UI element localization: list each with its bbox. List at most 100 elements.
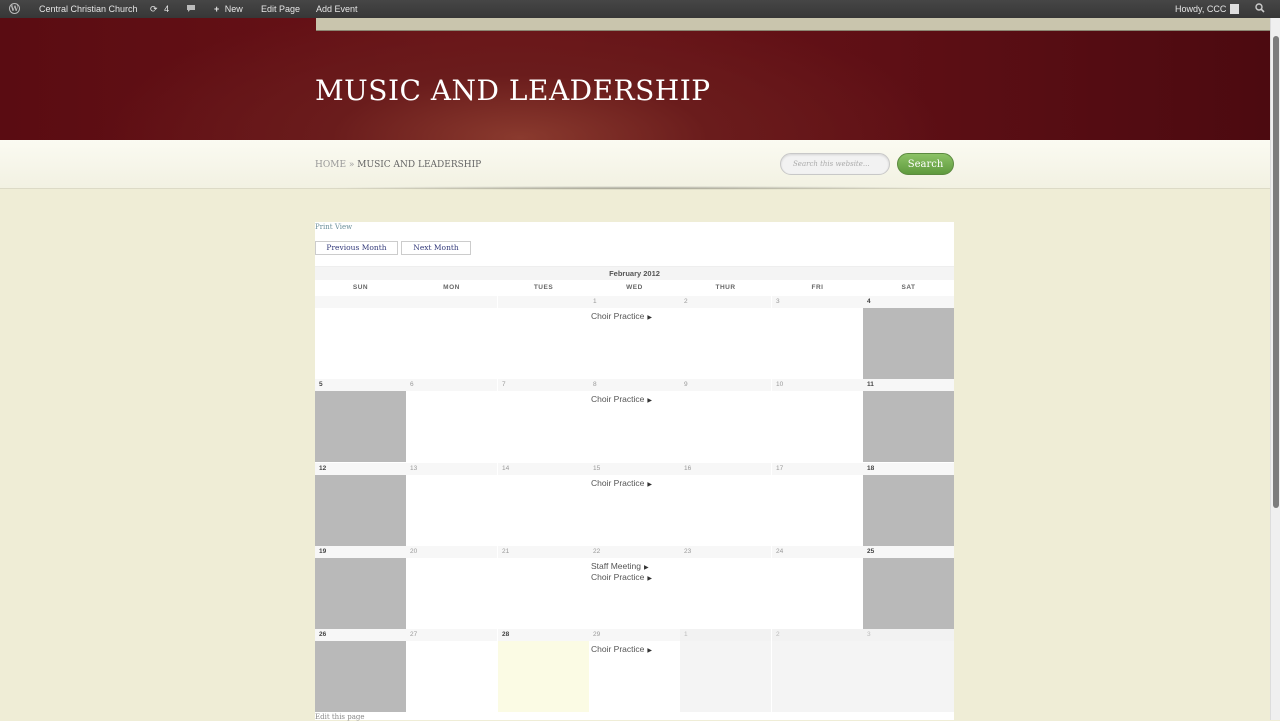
scrollbar[interactable] — [1270, 18, 1280, 720]
calendar-day-cell[interactable]: 29 Choir Practice ▶ — [589, 629, 680, 713]
day-cell-body — [498, 641, 589, 713]
calendar-day-cell[interactable]: 26 — [315, 629, 406, 713]
calendar-day-cell[interactable]: 3 — [863, 629, 954, 713]
calendar-day-cell[interactable]: 4 — [863, 296, 954, 379]
scroll-thumb[interactable] — [1273, 36, 1279, 508]
calendar-day-cell[interactable]: 6 — [406, 379, 497, 463]
calendar-event-link[interactable]: Choir Practice ▶ — [591, 572, 652, 582]
day-number: 28 — [498, 629, 589, 642]
day-cell-body — [863, 474, 954, 546]
day-number — [406, 296, 497, 308]
wordpress-logo-icon[interactable]: W — [9, 3, 20, 14]
calendar-day-cell[interactable]: 10 — [772, 379, 863, 463]
calendar-day-cell[interactable]: 19 — [315, 545, 406, 629]
event-title: Choir Practice — [591, 572, 645, 583]
event-title: Staff Meeting — [591, 560, 641, 571]
day-number: 18 — [863, 462, 954, 475]
search-input[interactable] — [780, 153, 890, 175]
calendar-event-link[interactable]: Choir Practice ▶ — [591, 478, 652, 488]
day-number: 5 — [315, 379, 406, 392]
day-number: 24 — [772, 545, 863, 558]
calendar-day-cell[interactable]: 3 — [772, 296, 863, 379]
calendar-day-cell[interactable]: 1 Choir Practice ▶ — [589, 296, 680, 379]
event-title: Choir Practice — [591, 311, 645, 321]
day-number: 7 — [498, 379, 589, 392]
day-number: 12 — [315, 462, 406, 475]
triangle-right-icon: ▶ — [647, 648, 653, 655]
day-of-week-header: WED — [626, 284, 643, 291]
day-number: 3 — [863, 629, 954, 642]
print-view-link[interactable]: Print View — [315, 223, 352, 231]
event-title: Choir Practice — [591, 644, 645, 655]
day-of-week-header: MON — [443, 284, 460, 291]
calendar-day-cell[interactable]: 11 — [863, 379, 954, 463]
search-icon[interactable] — [1255, 0, 1265, 18]
next-month-button[interactable]: Next Month — [401, 241, 471, 255]
calendar-day-cell[interactable]: 25 — [863, 545, 954, 629]
calendar-day-cell[interactable]: 2 — [680, 296, 771, 379]
admin-new-item[interactable]: + New — [214, 0, 243, 18]
calendar-day-cell[interactable]: 28 — [498, 629, 589, 713]
calendar-day-cell[interactable]: 14 — [498, 462, 589, 546]
calendar-day-cell[interactable]: 24 — [772, 545, 863, 629]
day-number: 10 — [772, 379, 863, 392]
day-of-week-header: SAT — [901, 284, 916, 291]
calendar-day-cell[interactable]: 27 — [406, 629, 497, 713]
day-cell-body — [863, 308, 954, 379]
calendar-day-cell[interactable]: 21 — [498, 545, 589, 629]
day-number: 29 — [589, 629, 680, 642]
admin-bar: W Central Christian Church ⟳ 4 + New Edi… — [0, 0, 1280, 18]
header-nav-strip — [316, 18, 1270, 31]
calendar-day-cell[interactable]: 17 — [772, 462, 863, 546]
calendar-event-link[interactable]: Choir Practice ▶ — [591, 311, 652, 321]
calendar-day-cell[interactable]: 8 Choir Practice ▶ — [589, 379, 680, 463]
day-number: 26 — [315, 629, 406, 642]
day-number: 25 — [863, 545, 954, 558]
howdy-label: Howdy, CCC — [1175, 4, 1227, 14]
calendar-day-cell[interactable]: 7 — [498, 379, 589, 463]
admin-account-item[interactable]: Howdy, CCC — [1175, 0, 1240, 18]
admin-site-name-link[interactable]: Central Christian Church — [39, 0, 138, 18]
calendar-day-cell[interactable] — [406, 296, 497, 379]
day-cell-body — [315, 391, 406, 463]
calendar-day-cell[interactable]: 1 — [680, 629, 771, 713]
calendar-day-cell[interactable]: 20 — [406, 545, 497, 629]
previous-month-button[interactable]: Previous Month — [315, 241, 398, 255]
calendar-day-cell[interactable]: 15 Choir Practice ▶ — [589, 462, 680, 546]
calendar-day-cell[interactable] — [315, 296, 406, 379]
calendar-day-cell[interactable] — [498, 296, 589, 379]
admin-add-event-link[interactable]: Add Event — [316, 0, 358, 18]
updates-count: 4 — [164, 4, 170, 14]
calendar-day-cell[interactable]: 2 — [772, 629, 863, 713]
band-shadow — [316, 186, 954, 190]
site-header: MUSIC AND LEADERSHIP — [0, 18, 1270, 140]
search-button[interactable]: Search — [897, 153, 954, 175]
day-of-week-header: THUR — [715, 284, 736, 291]
calendar-day-cell[interactable]: 22 Staff Meeting ▶ Choir Practice ▶ — [589, 545, 680, 629]
day-cell-body — [772, 641, 863, 713]
calendar-day-cell[interactable]: 16 — [680, 462, 771, 546]
calendar-event-link[interactable]: Choir Practice ▶ — [591, 644, 652, 654]
calendar-day-cell[interactable]: 18 — [863, 462, 954, 546]
triangle-right-icon: ▶ — [643, 564, 649, 571]
calendar-day-cell[interactable]: 5 — [315, 379, 406, 463]
day-number: 16 — [680, 462, 771, 475]
day-cell-body — [680, 641, 771, 713]
day-of-week-header: FRI — [811, 284, 824, 291]
breadcrumb-home-link[interactable]: HOME — [315, 160, 346, 170]
day-number: 17 — [772, 462, 863, 475]
calendar-day-cell[interactable]: 13 — [406, 462, 497, 546]
admin-edit-page-link[interactable]: Edit Page — [261, 0, 300, 18]
calendar-day-cell[interactable]: 9 — [680, 379, 771, 463]
calendar-day-cell[interactable]: 12 — [315, 462, 406, 546]
calendar-event-link[interactable]: Choir Practice ▶ — [591, 394, 652, 404]
day-cell-body — [863, 641, 954, 713]
day-number: 21 — [498, 545, 589, 558]
calendar-day-cell[interactable]: 23 — [680, 545, 771, 629]
admin-updates-item[interactable]: ⟳ 4 — [150, 0, 169, 18]
comment-bubble-icon[interactable] — [186, 0, 196, 18]
calendar-event-link[interactable]: Staff Meeting ▶ — [591, 561, 649, 571]
day-number: 8 — [589, 379, 680, 392]
day-number — [498, 296, 589, 308]
triangle-right-icon: ▶ — [647, 481, 653, 488]
